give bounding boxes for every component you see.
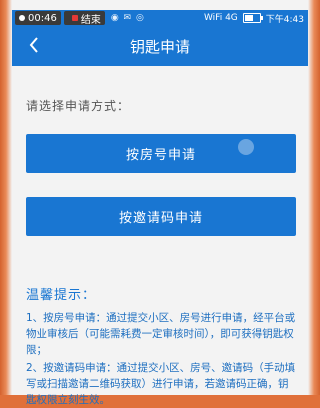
battery-icon (242, 13, 263, 23)
status-bar: 00:46 结束 ◉ ✉ ◎ WiFi 4G 下午4:43 (12, 10, 308, 26)
clock: 下午4:43 (265, 14, 304, 25)
record-dot-icon (19, 15, 25, 21)
back-button[interactable] (22, 33, 46, 57)
network-icons: WiFi 4G (203, 13, 238, 23)
apply-by-house-button[interactable]: 按房号申请 (26, 134, 296, 173)
status-time: 00:46 (28, 12, 57, 24)
apply-by-invite-button[interactable]: 按邀请码申请 (26, 197, 296, 236)
tip-item-house: 1、按房号申请：通过提交小区、房号进行申请，经平台或物业审核后（可能需耗费一定审… (26, 312, 296, 356)
chevron-left-icon (29, 37, 38, 53)
tips-title: 温馨提示： (26, 288, 97, 303)
app-bar: 钥匙申请 (12, 26, 308, 66)
page-title: 钥匙申请 (129, 37, 190, 56)
tip-item-invite: 2、按邀请码申请：通过提交小区、房号、邀请码（手动填写或扫描邀请二维码获取）进行… (26, 362, 296, 406)
apply-by-house-label: 按房号申请 (125, 148, 196, 163)
time-chip: 00:46 (15, 11, 61, 25)
status-right: WiFi 4G 下午4:43 (204, 12, 304, 25)
stop-icon (71, 15, 78, 21)
call-end-chip[interactable]: 结束 (63, 11, 105, 26)
apply-by-invite-label: 按邀请码申请 (118, 211, 203, 226)
method-prompt: 请选择申请方式： (26, 99, 131, 113)
call-end-label: 结束 (80, 14, 101, 26)
touch-indicator (238, 139, 254, 155)
content-area: 请选择申请方式： 按房号申请 按邀请码申请 温馨提示： 1、按房号申请：通过提交… (12, 66, 308, 406)
notification-icons: ◉ ✉ ◎ (110, 13, 145, 23)
